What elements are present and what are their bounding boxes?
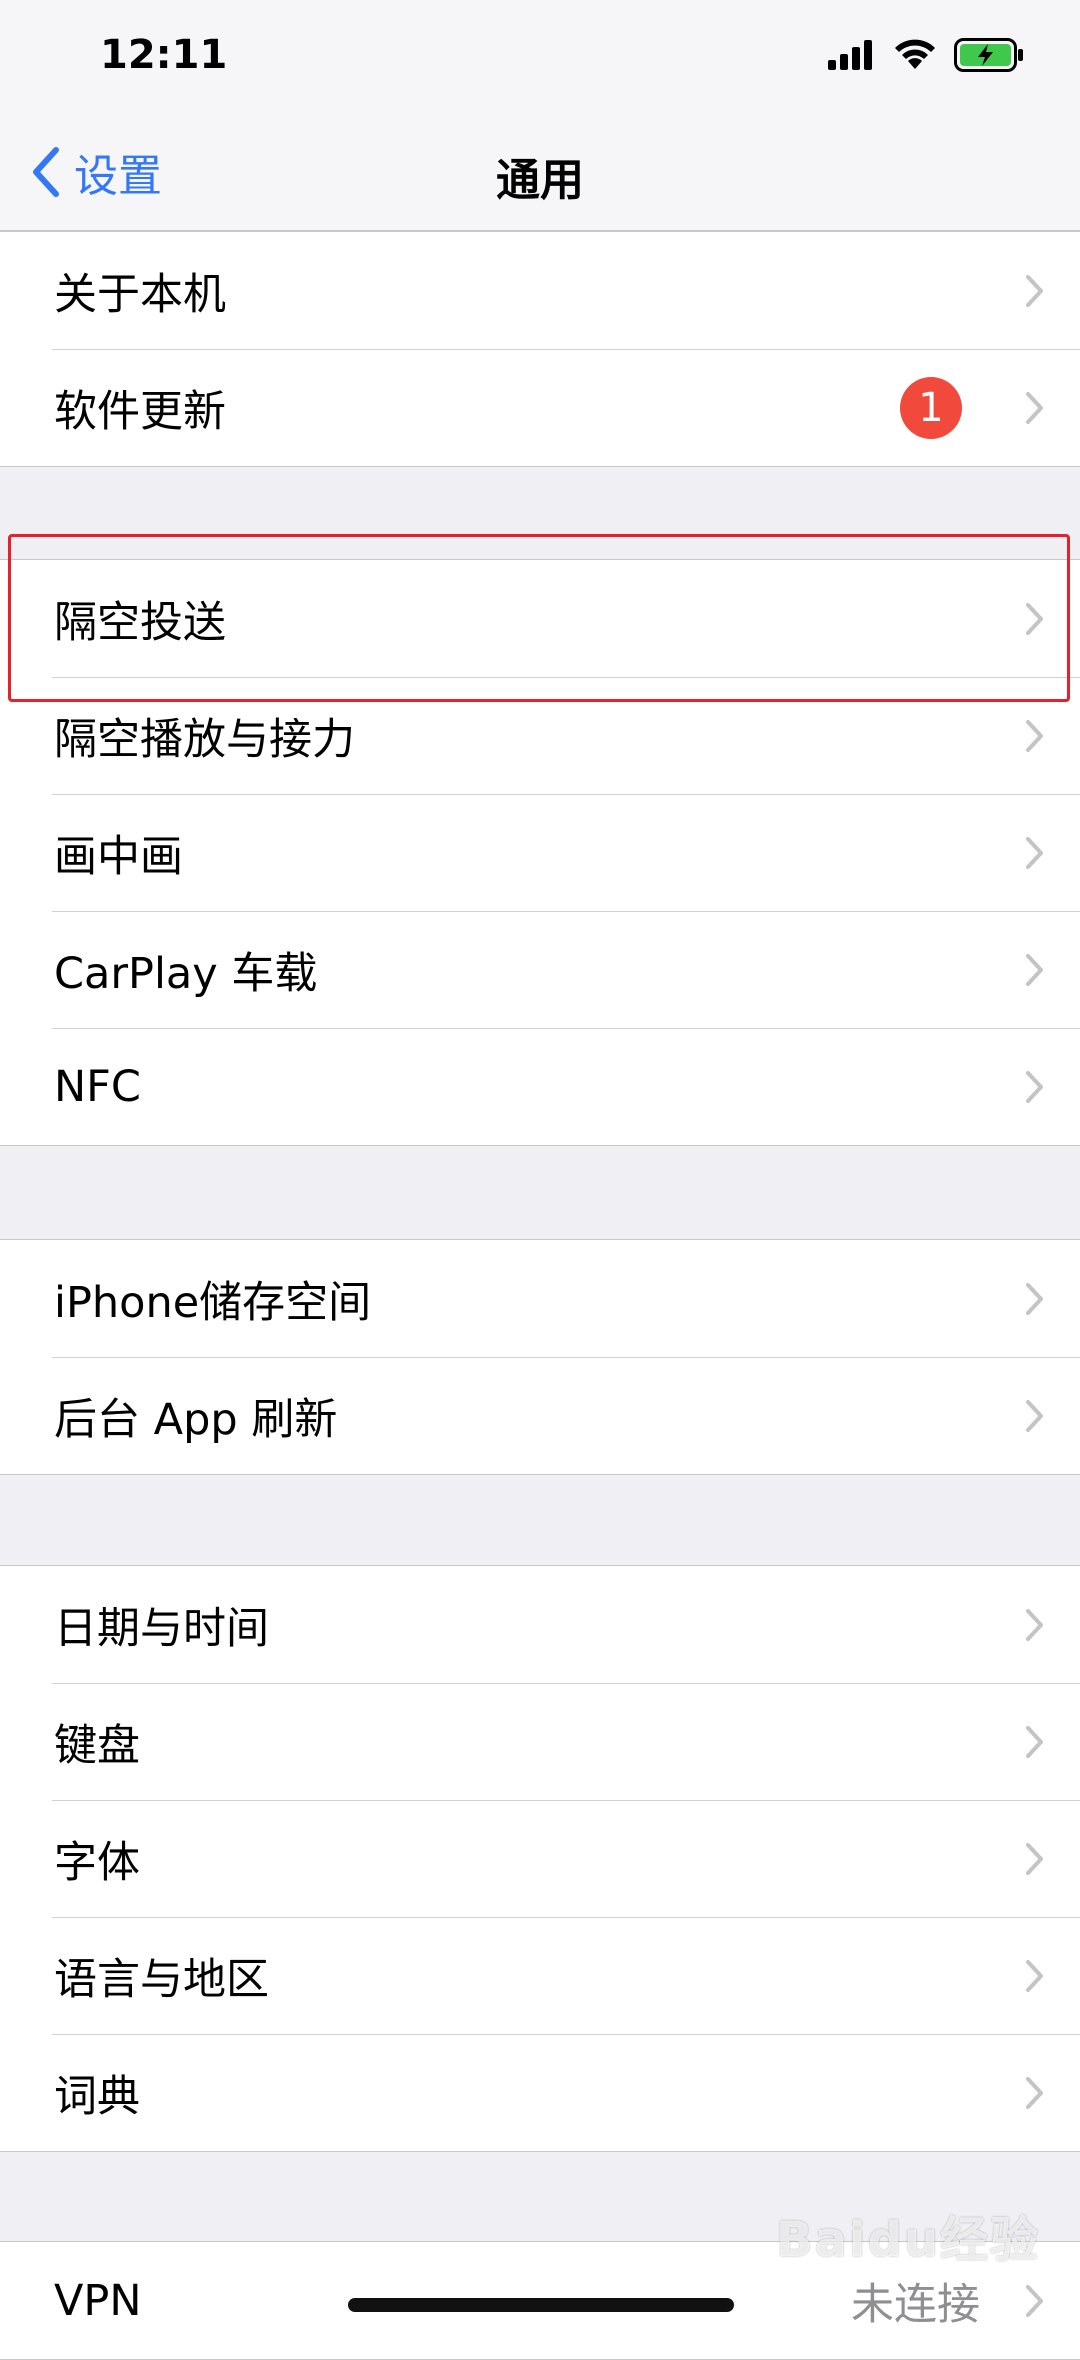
list-item-label: CarPlay 车载 (54, 948, 318, 999)
list-item-label: 关于本机 (54, 269, 226, 320)
vpn-status-value: 未连接 (851, 2279, 980, 2330)
battery-charging-icon (954, 38, 1023, 72)
list-item-label: 字体 (54, 1837, 140, 1888)
list-item-software-update[interactable]: 软件更新 1 (0, 349, 1080, 466)
wifi-icon (895, 39, 935, 69)
chevron-right-icon (1026, 1609, 1043, 1641)
list-item-about[interactable]: 关于本机 (0, 232, 1080, 349)
notification-badge: 1 (900, 377, 962, 439)
list-item-picture-in-picture[interactable]: 画中画 (0, 794, 1080, 911)
list-item-label: 画中画 (54, 831, 183, 882)
settings-group-about: 关于本机 软件更新 1 (0, 231, 1080, 467)
list-item-dictionary[interactable]: 词典 (0, 2034, 1080, 2151)
list-item-airdrop[interactable]: 隔空投送 (0, 560, 1080, 677)
chevron-right-icon (1026, 2285, 1043, 2317)
chevron-right-icon (1026, 837, 1043, 869)
list-item-carplay[interactable]: CarPlay 车载 (0, 911, 1080, 1028)
list-item-background-app-refresh[interactable]: 后台 App 刷新 (0, 1357, 1080, 1474)
list-item-iphone-storage[interactable]: iPhone储存空间 (0, 1240, 1080, 1357)
list-item-label: NFC (54, 1061, 141, 1112)
chevron-right-icon (1026, 2077, 1043, 2109)
list-item-language-region[interactable]: 语言与地区 (0, 1917, 1080, 2034)
list-item-label: 语言与地区 (54, 1954, 269, 2005)
list-item-label: iPhone储存空间 (54, 1277, 372, 1328)
home-indicator[interactable] (348, 2298, 734, 2312)
chevron-right-icon (1026, 954, 1043, 986)
status-icons (828, 38, 1024, 72)
chevron-right-icon (1026, 603, 1043, 635)
list-item-date-time[interactable]: 日期与时间 (0, 1566, 1080, 1683)
status-bar: 12:11 (0, 0, 1080, 110)
list-item-label: VPN (54, 2275, 142, 2326)
chevron-right-icon (1026, 1726, 1043, 1758)
list-item-label: 隔空投送 (54, 597, 226, 648)
navigation-bar: 设置 通用 (0, 110, 1080, 231)
settings-group-storage: iPhone储存空间 后台 App 刷新 (0, 1239, 1080, 1475)
chevron-right-icon (1026, 1071, 1043, 1103)
signal-icon (828, 40, 872, 70)
chevron-right-icon (1026, 1283, 1043, 1315)
list-item-label: 键盘 (54, 1720, 140, 1771)
chevron-right-icon (1026, 1960, 1043, 1992)
chevron-right-icon (1026, 1400, 1043, 1432)
chevron-right-icon (1026, 1843, 1043, 1875)
chevron-right-icon (1026, 275, 1043, 307)
status-time: 12:11 (100, 32, 228, 78)
watermark: Baidu经验 (776, 2212, 1040, 2268)
page-title: 通用 (496, 155, 584, 206)
list-item-label: 隔空播放与接力 (54, 714, 355, 765)
list-item-airplay-handoff[interactable]: 隔空播放与接力 (0, 677, 1080, 794)
list-item-keyboard[interactable]: 键盘 (0, 1683, 1080, 1800)
list-item-fonts[interactable]: 字体 (0, 1800, 1080, 1917)
settings-group-connectivity: 隔空投送 隔空播放与接力 画中画 CarPlay 车载 NFC (0, 559, 1080, 1146)
list-item-label: 后台 App 刷新 (54, 1394, 338, 1445)
chevron-right-icon (1026, 392, 1043, 424)
list-item-label: 日期与时间 (54, 1603, 269, 1654)
list-item-label: 词典 (54, 2071, 140, 2122)
chevron-right-icon (1026, 720, 1043, 752)
list-item-nfc[interactable]: NFC (0, 1028, 1080, 1145)
settings-group-locale: 日期与时间 键盘 字体 语言与地区 词典 (0, 1565, 1080, 2152)
list-item-label: 软件更新 (54, 386, 226, 437)
